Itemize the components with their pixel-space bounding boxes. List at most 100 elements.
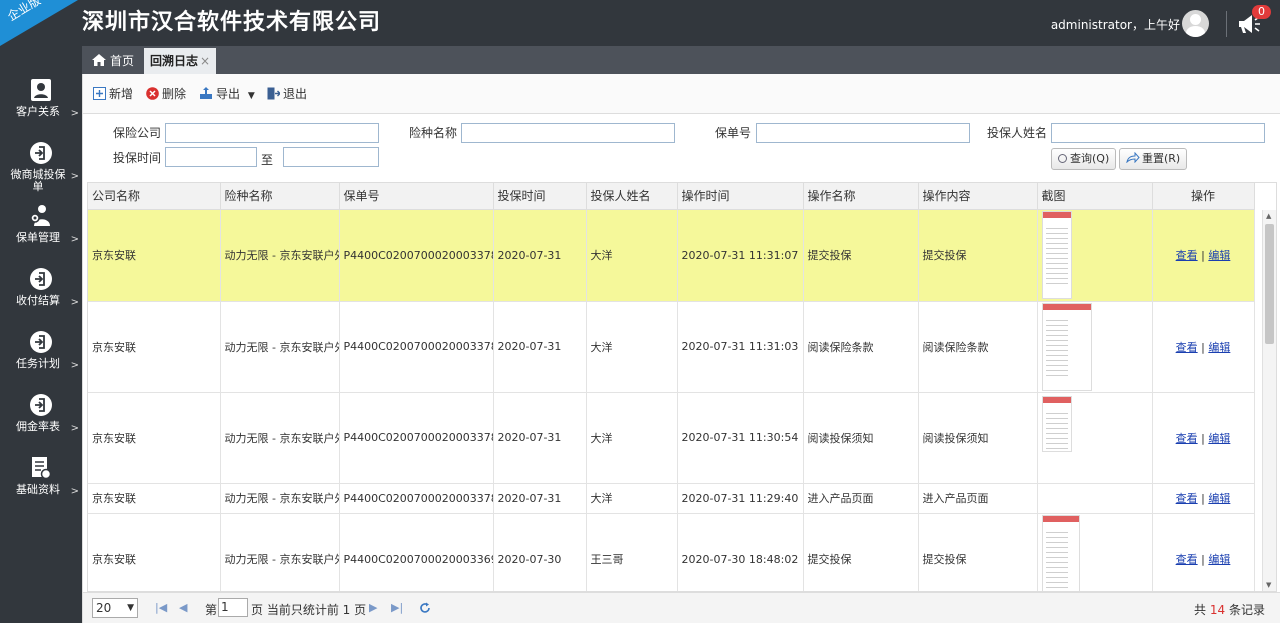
date-from-input[interactable]	[165, 147, 257, 167]
cell-op-content: 进入产品页面	[918, 483, 1038, 514]
chevron-right-icon: >	[70, 108, 79, 119]
query-label: 查询(Q)	[1070, 152, 1110, 165]
sidebar: 客户关系 > 微商城投保单 > 保单管理 > 收付结算 > 任务计划 > 佣金率…	[0, 46, 82, 623]
delete-label: 删除	[162, 87, 187, 101]
avatar[interactable]	[1182, 10, 1209, 37]
page-number-input[interactable]: 1	[218, 598, 248, 617]
view-link[interactable]: 查看	[1176, 341, 1198, 354]
cell-product: 动力无限 - 京东安联户外	[220, 513, 340, 591]
cell-actions: 查看 | 编辑	[1152, 483, 1255, 514]
person-gear-icon	[30, 205, 50, 226]
screenshot-thumbnail[interactable]	[1041, 302, 1092, 391]
holder-label: 投保人姓名	[986, 126, 1047, 140]
screenshot-thumbnail[interactable]	[1041, 515, 1080, 591]
view-link[interactable]: 查看	[1176, 553, 1198, 566]
chevron-right-icon: >	[70, 171, 79, 182]
edit-link[interactable]: 编辑	[1208, 249, 1230, 262]
col-company[interactable]: 公司名称	[88, 183, 221, 210]
user-greeting[interactable]: administrator，上午好	[1051, 16, 1180, 33]
sidebar-item-commission[interactable]: 佣金率表 >	[0, 393, 82, 455]
cell-company: 京东安联	[88, 513, 221, 591]
main-content: 新增 删除 导出 ▼ 退出 保险公司 险种名称 保单号 投保人姓名 投保时间 至…	[82, 74, 1280, 623]
col-product[interactable]: 险种名称	[220, 183, 340, 210]
cell-screenshot	[1037, 209, 1153, 302]
add-button[interactable]: 新增	[93, 86, 133, 102]
cell-op-content: 提交投保	[918, 209, 1038, 302]
tab-trace-log[interactable]: 回溯日志 ×	[144, 48, 217, 74]
cell-screenshot	[1037, 392, 1153, 484]
product-input[interactable]	[461, 123, 675, 143]
reset-button[interactable]: 重置(R)	[1119, 148, 1188, 170]
exit-icon	[267, 87, 280, 100]
table-row[interactable]: 京东安联 动力无限 - 京东安联户外 P4400C020070002000337…	[88, 483, 1255, 514]
edit-link[interactable]: 编辑	[1208, 341, 1230, 354]
company-input[interactable]	[165, 123, 379, 143]
table-row[interactable]: 京东安联 动力无限 - 京东安联户外 P4400C020070002000337…	[88, 392, 1255, 484]
sidebar-item-policy-manage[interactable]: 保单管理 >	[0, 204, 82, 266]
policy-input[interactable]	[756, 123, 970, 143]
scrollbar-thumb[interactable]	[1265, 224, 1274, 344]
cell-actions: 查看 | 编辑	[1152, 301, 1255, 393]
cell-holder: 王三哥	[586, 513, 678, 591]
col-date[interactable]: 投保时间	[493, 183, 587, 210]
cell-product: 动力无限 - 京东安联户外	[220, 392, 340, 484]
sidebar-item-label: 客户关系	[16, 105, 60, 118]
cell-date: 2020-07-31	[493, 483, 587, 514]
export-button[interactable]: 导出 ▼	[199, 86, 255, 102]
vertical-scrollbar[interactable]: ▲ ▼	[1262, 210, 1276, 591]
table-row[interactable]: 京东安联 动力无限 - 京东安联户外 P4400C020070002000337…	[88, 301, 1255, 393]
date-label: 投保时间	[112, 151, 161, 165]
cell-holder: 大洋	[586, 392, 678, 484]
prev-page-icon[interactable]: ◀	[179, 601, 187, 614]
cell-op-time: 2020-07-31 11:31:03	[677, 301, 804, 393]
view-link[interactable]: 查看	[1176, 249, 1198, 262]
view-link[interactable]: 查看	[1176, 492, 1198, 505]
cell-holder: 大洋	[586, 301, 678, 393]
pagination-bar: 20 ▼ |◀ ◀ 第 1 页 当前只统计前 1 页 ▶ ▶| 共 14 条记录	[83, 592, 1280, 623]
first-page-icon[interactable]: |◀	[155, 601, 167, 614]
edit-link[interactable]: 编辑	[1208, 553, 1230, 566]
share-arrow-icon	[1126, 151, 1140, 164]
last-page-icon[interactable]: ▶|	[391, 601, 403, 614]
page-size-select[interactable]: 20 ▼	[92, 598, 138, 618]
col-op-content[interactable]: 操作内容	[918, 183, 1038, 210]
tab-label: 回溯日志	[150, 54, 199, 68]
col-holder[interactable]: 投保人姓名	[586, 183, 678, 210]
page-size-value: 20	[96, 601, 112, 615]
table-row[interactable]: 京东安联 动力无限 - 京东安联户外 P4400C020070002000336…	[88, 513, 1255, 591]
scroll-down-icon[interactable]: ▼	[1266, 581, 1271, 589]
col-screenshot[interactable]: 截图	[1037, 183, 1153, 210]
sidebar-item-basic-data[interactable]: 基础资料 >	[0, 456, 82, 518]
tab-label: 首页	[110, 54, 135, 68]
col-policy[interactable]: 保单号	[339, 183, 494, 210]
chevron-down-icon: ▼	[127, 603, 134, 613]
edit-link[interactable]: 编辑	[1208, 492, 1230, 505]
col-op-name[interactable]: 操作名称	[803, 183, 919, 210]
sidebar-item-label: 保单管理	[16, 231, 60, 244]
cell-op-content: 阅读投保须知	[918, 392, 1038, 484]
refresh-icon[interactable]	[419, 602, 431, 614]
col-op-time[interactable]: 操作时间	[677, 183, 804, 210]
sidebar-item-settlement[interactable]: 收付结算 >	[0, 267, 82, 329]
sidebar-item-task-plan[interactable]: 任务计划 >	[0, 330, 82, 392]
query-button[interactable]: 查询(Q)	[1051, 148, 1117, 170]
screenshot-thumbnail[interactable]	[1041, 211, 1072, 299]
tab-home[interactable]: 首页	[86, 48, 140, 74]
login-icon	[30, 142, 52, 164]
edit-link[interactable]: 编辑	[1208, 432, 1230, 445]
table-row[interactable]: 京东安联 动力无限 - 京东安联户外 P4400C020070002000337…	[88, 209, 1255, 302]
cell-op-time: 2020-07-30 18:48:02	[677, 513, 804, 591]
screenshot-thumbnail[interactable]	[1041, 395, 1072, 452]
sidebar-item-mall-policy[interactable]: 微商城投保单 >	[0, 141, 82, 203]
date-to-input[interactable]	[283, 147, 379, 167]
delete-icon	[146, 87, 159, 100]
holder-input[interactable]	[1051, 123, 1265, 143]
sidebar-item-customer[interactable]: 客户关系 >	[0, 78, 82, 140]
view-link[interactable]: 查看	[1176, 432, 1198, 445]
next-page-icon[interactable]: ▶	[369, 601, 377, 614]
delete-button[interactable]: 删除	[146, 86, 186, 102]
close-icon[interactable]: ×	[200, 54, 210, 68]
exit-button[interactable]: 退出	[267, 86, 307, 102]
scroll-up-icon[interactable]: ▲	[1266, 212, 1271, 220]
chevron-right-icon: >	[70, 297, 79, 308]
